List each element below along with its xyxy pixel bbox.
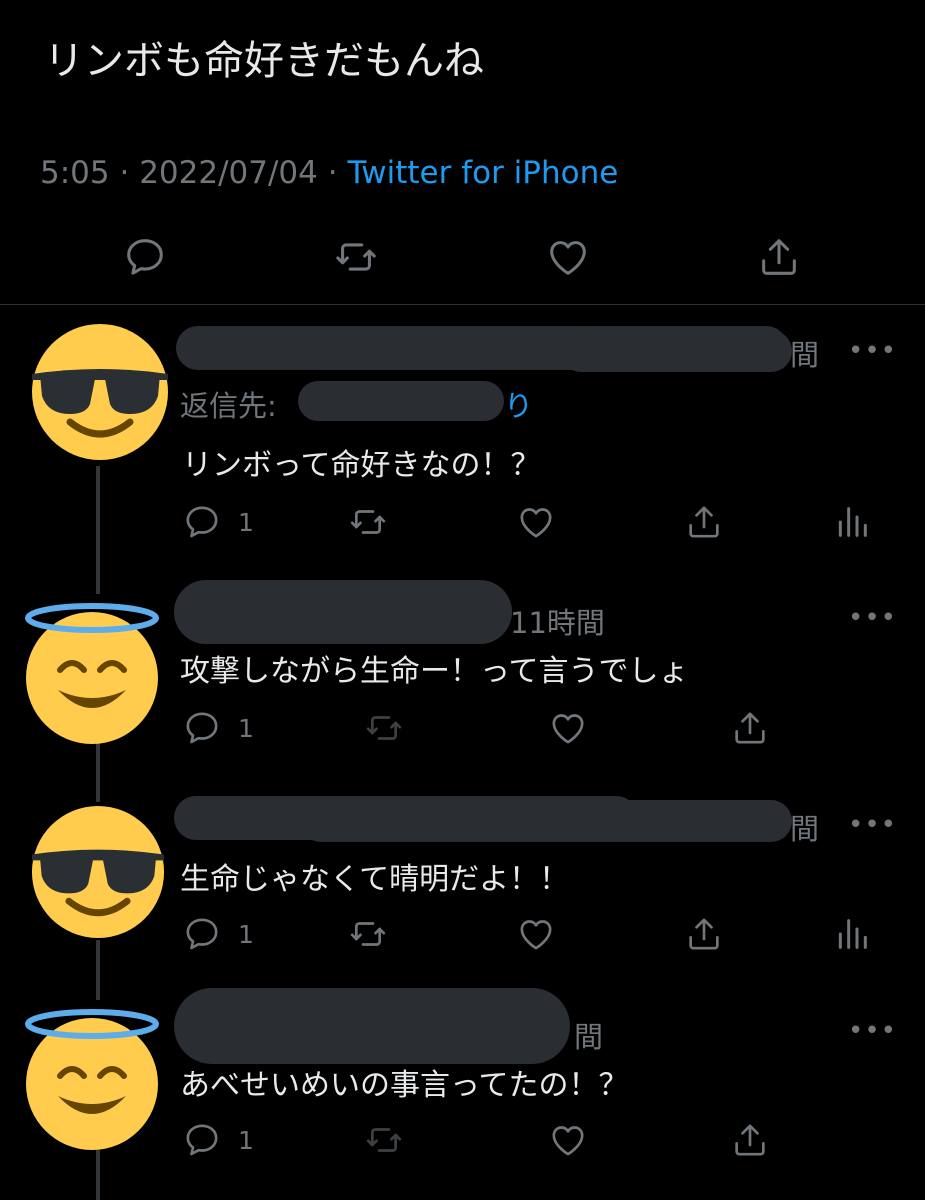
- redacted-reply-handle[interactable]: [298, 381, 504, 421]
- redacted-username: [300, 800, 792, 842]
- reply-text: あべせいめいの事言ってたの！？: [180, 1068, 629, 1103]
- reply-time: 間: [790, 338, 820, 372]
- analytics-icon[interactable]: [832, 502, 872, 542]
- redacted-username[interactable]: [174, 580, 512, 644]
- reply-to-label: 返信先:: [180, 389, 277, 423]
- thread-line: [96, 466, 100, 594]
- share-icon[interactable]: [684, 914, 724, 954]
- tweet-date: 2022/07/04: [139, 155, 318, 191]
- more-options-icon[interactable]: •••: [848, 603, 897, 633]
- divider: [0, 304, 925, 305]
- share-icon[interactable]: [730, 708, 770, 748]
- meta-separator: ·: [317, 155, 348, 191]
- avatar-halo-emoji[interactable]: [22, 598, 162, 746]
- avatar-sunglasses-emoji[interactable]: [30, 804, 166, 940]
- reply-handle-tail[interactable]: り: [504, 383, 533, 425]
- more-options-icon[interactable]: •••: [848, 1016, 897, 1046]
- tweet-text: リンボも命好きだもんね: [44, 38, 484, 84]
- reply-text: 攻撃しながら生命ー！って言うでしょ: [180, 654, 689, 689]
- retweet-icon[interactable]: [364, 708, 404, 748]
- tweet-time: 5:05: [40, 155, 110, 191]
- avatar-sunglasses-emoji[interactable]: [30, 322, 170, 462]
- reply-icon[interactable]: [182, 914, 222, 954]
- reply-time: 間: [790, 812, 820, 846]
- share-icon[interactable]: [730, 1120, 770, 1160]
- reply-icon[interactable]: [122, 234, 168, 280]
- retweet-icon[interactable]: [333, 234, 379, 280]
- analytics-icon[interactable]: [832, 914, 872, 954]
- reply-count: 1: [238, 920, 254, 949]
- share-icon[interactable]: [756, 234, 802, 280]
- like-icon[interactable]: [548, 708, 588, 748]
- reply-icon[interactable]: [182, 708, 222, 748]
- more-options-icon[interactable]: •••: [848, 336, 897, 366]
- thread-line: [96, 740, 100, 802]
- more-options-icon[interactable]: •••: [848, 810, 897, 840]
- reply-count: 1: [238, 508, 254, 537]
- reply-text: 生命じゃなくて晴明だよ！！: [180, 862, 570, 897]
- reply-time: 間: [574, 1020, 604, 1054]
- redacted-username: [560, 330, 792, 372]
- like-icon[interactable]: [516, 914, 556, 954]
- like-icon[interactable]: [548, 1120, 588, 1160]
- reply-text: リンボって命好きなの！？: [182, 448, 541, 483]
- retweet-icon[interactable]: [348, 914, 388, 954]
- tweet-source-link[interactable]: Twitter for iPhone: [347, 155, 618, 191]
- tweet-meta: 5:05 · 2022/07/04 · Twitter for iPhone: [40, 155, 618, 191]
- avatar-halo-emoji[interactable]: [22, 1004, 162, 1152]
- reply-icon[interactable]: [182, 502, 222, 542]
- reply-icon[interactable]: [182, 1120, 222, 1160]
- thread-line: [96, 940, 100, 1000]
- meta-separator: ·: [109, 155, 140, 191]
- reply-time: 11時間: [510, 606, 605, 640]
- redacted-username[interactable]: [174, 988, 570, 1064]
- like-icon[interactable]: [516, 502, 556, 542]
- reply-count: 1: [238, 1126, 254, 1155]
- share-icon[interactable]: [684, 502, 724, 542]
- reply-count: 1: [238, 714, 254, 743]
- thread-line: [96, 1150, 100, 1200]
- like-icon[interactable]: [545, 234, 591, 280]
- retweet-icon[interactable]: [364, 1120, 404, 1160]
- retweet-icon[interactable]: [348, 502, 388, 542]
